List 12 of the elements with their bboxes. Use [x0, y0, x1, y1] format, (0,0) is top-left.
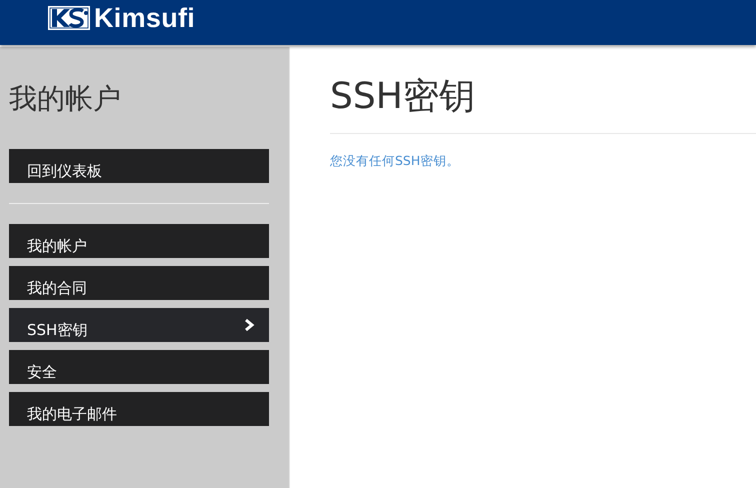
sidebar-item[interactable]: 回到仪表板 — [9, 149, 269, 183]
empty-message: 您没有任何SSH密钥。 — [330, 153, 460, 170]
chevron-right-icon — [244, 318, 255, 332]
sidebar-item[interactable]: 我的合同 — [9, 266, 269, 300]
page-title: SSH密钥 — [330, 75, 476, 119]
sidebar-item[interactable]: 安全 — [9, 350, 269, 384]
logo-icon — [47, 5, 91, 31]
sidebar-item[interactable]: 我的帐户 — [9, 224, 269, 258]
brand-name[interactable]: Kimsufi — [94, 2, 196, 34]
sidebar-title: 我的帐户 — [9, 81, 122, 116]
sidebar-item[interactable]: SSH密钥 — [9, 308, 269, 342]
sidebar-item[interactable]: 我的电子邮件 — [9, 392, 269, 426]
